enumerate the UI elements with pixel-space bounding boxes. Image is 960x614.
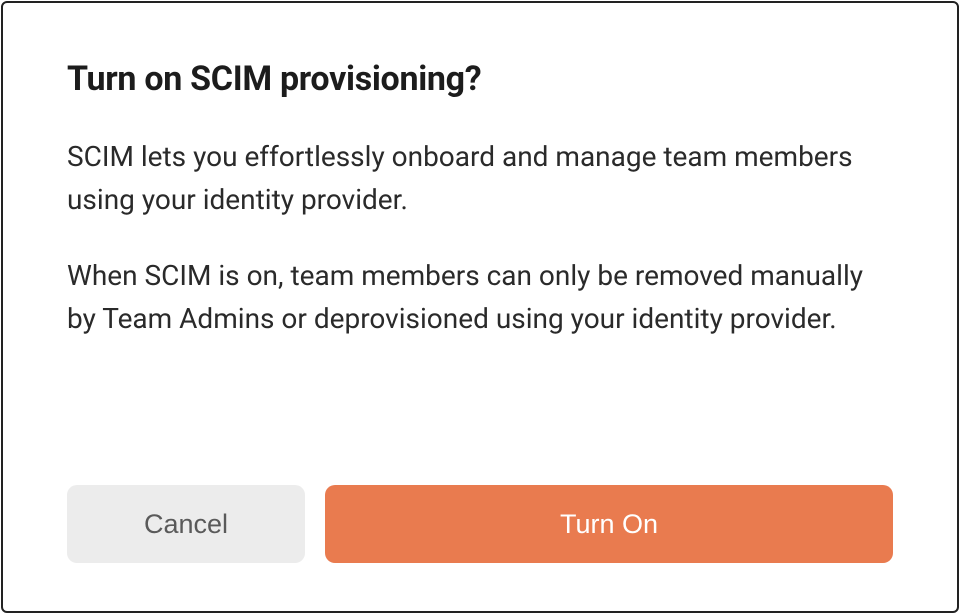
dialog-paragraph-2: When SCIM is on, team members can only b… [67,254,893,341]
dialog-body: SCIM lets you effortlessly onboard and m… [67,135,893,465]
confirm-dialog: Turn on SCIM provisioning? SCIM lets you… [1,1,959,613]
cancel-button[interactable]: Cancel [67,485,305,563]
dialog-title: Turn on SCIM provisioning? [67,59,893,99]
dialog-actions: Cancel Turn On [67,485,893,563]
dialog-paragraph-1: SCIM lets you effortlessly onboard and m… [67,135,893,222]
turn-on-button[interactable]: Turn On [325,485,893,563]
